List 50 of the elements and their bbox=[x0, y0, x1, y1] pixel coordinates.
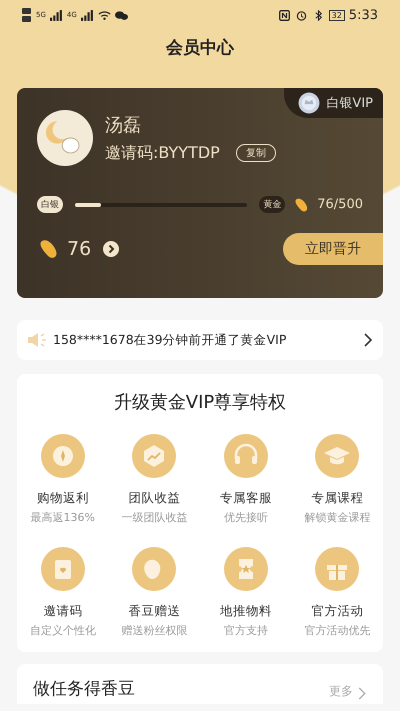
coin-icon[interactable] bbox=[40, 434, 85, 478]
privilege-title: 官方活动 bbox=[311, 603, 364, 620]
notice-bar[interactable]: 158****1678在39分钟前开通了黄金VIP bbox=[17, 320, 383, 360]
headset-icon[interactable] bbox=[224, 434, 268, 478]
privilege-subtitle: 一级团队收益 bbox=[121, 510, 188, 525]
alarm-icon bbox=[294, 10, 308, 20]
progress-reading: 76/500 bbox=[317, 197, 363, 212]
privilege-title: 专属客服 bbox=[220, 490, 272, 507]
level-tag: 白银 bbox=[37, 196, 63, 213]
privilege-title: 香豆赠送 bbox=[128, 603, 180, 620]
privilege-subtitle: 赠送粉丝权限 bbox=[121, 623, 188, 638]
chevron-right-icon[interactable] bbox=[103, 241, 120, 257]
privilege-subtitle: 自定义个性化 bbox=[30, 623, 96, 638]
gift-icon[interactable] bbox=[315, 547, 360, 591]
privilege-title: 团队收益 bbox=[128, 490, 180, 507]
medal-icon bbox=[298, 92, 320, 114]
privilege-title: 邀请码 bbox=[43, 603, 82, 620]
upgrade-button[interactable]: 立即晋升 bbox=[283, 233, 383, 265]
privilege-subtitle: 解锁黄金课程 bbox=[304, 510, 370, 525]
privilege-subtitle: 官方活动优先 bbox=[304, 623, 370, 638]
signal-icon bbox=[50, 10, 63, 20]
avatar-drawing bbox=[37, 110, 93, 166]
wifi-icon bbox=[98, 10, 111, 20]
page-title: 会员中心 bbox=[164, 37, 236, 60]
section-title: 升级黄金VIP尊享特权 bbox=[112, 391, 288, 414]
clock-time: 5:33 bbox=[348, 8, 378, 22]
level-badge: 白银VIP bbox=[284, 88, 383, 118]
privilege-title: 专属课程 bbox=[311, 490, 364, 507]
bean-icon bbox=[293, 196, 310, 212]
privilege-subtitle: 优先接听 bbox=[224, 510, 268, 525]
bean-icon[interactable] bbox=[132, 547, 176, 591]
bean-count: 76 bbox=[67, 238, 92, 260]
copy-button[interactable]: 复制 bbox=[236, 144, 276, 162]
privilege-subtitle: 官方支持 bbox=[224, 623, 268, 638]
notice-text: 158****1678在39分钟前开通了黄金VIP bbox=[53, 332, 288, 348]
speaker-icon bbox=[27, 332, 47, 348]
level-tag: 黄金 bbox=[259, 196, 286, 213]
privilege-subtitle: 最高返136% bbox=[30, 510, 95, 525]
chevron-right-icon bbox=[363, 333, 373, 347]
nfc-icon bbox=[278, 10, 291, 20]
signal-icon bbox=[80, 10, 94, 20]
section-title: 做任务得香豆 bbox=[33, 678, 136, 700]
graduation-cap-icon[interactable] bbox=[315, 434, 360, 478]
user-name: 汤磊 bbox=[105, 114, 142, 136]
privilege-title: 地推物料 bbox=[220, 603, 272, 620]
invite-code: 邀请码:BYYTDP bbox=[105, 142, 220, 164]
chart-icon[interactable] bbox=[132, 434, 176, 478]
chat-icon bbox=[114, 10, 128, 20]
battery-icon: 32 bbox=[328, 10, 345, 20]
privilege-title: 购物返利 bbox=[36, 490, 89, 507]
